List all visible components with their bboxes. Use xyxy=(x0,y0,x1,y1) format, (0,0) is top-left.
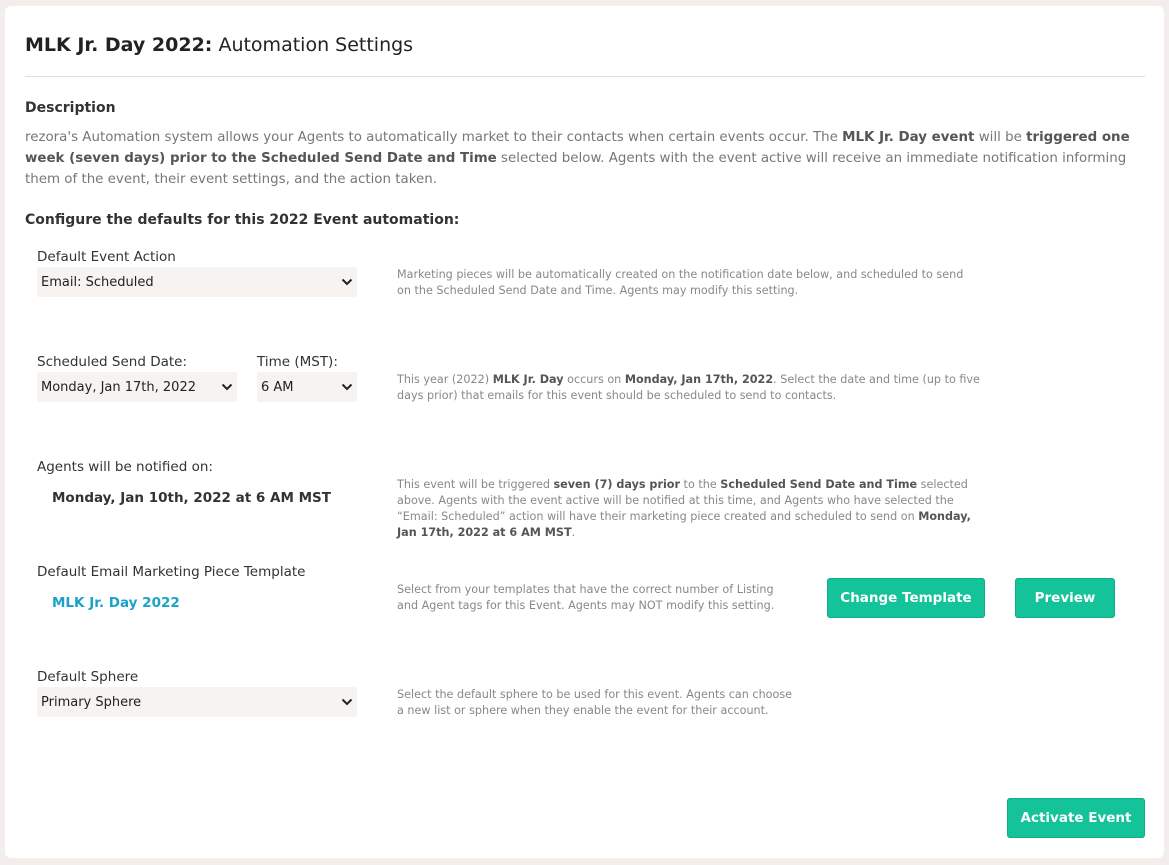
send-date-help: This year (2022) MLK Jr. Day occurs on M… xyxy=(397,373,980,402)
sphere-value: Primary Sphere xyxy=(41,694,142,710)
title-divider xyxy=(25,76,1145,77)
send-time-value: 6 AM xyxy=(261,379,294,395)
send-date-label: Scheduled Send Date: xyxy=(37,354,188,370)
template-label: Default Email Marketing Piece Template xyxy=(37,564,306,580)
sphere-select[interactable]: Primary Sphere xyxy=(37,687,357,717)
description-heading: Description xyxy=(25,100,116,116)
send-time-select[interactable]: 6 AM xyxy=(257,372,357,402)
page-title: MLK Jr. Day 2022: Automation Settings xyxy=(25,34,414,56)
notify-help: This event will be triggered seven (7) d… xyxy=(397,478,971,539)
configure-heading: Configure the defaults for this 2022 Eve… xyxy=(25,212,460,228)
chevron-down-icon xyxy=(341,698,353,706)
default-action-help: Marketing pieces will be automatically c… xyxy=(397,268,964,297)
change-template-button[interactable]: Change Template xyxy=(827,578,985,618)
preview-button[interactable]: Preview xyxy=(1015,578,1115,618)
template-name-link[interactable]: MLK Jr. Day 2022 xyxy=(52,595,180,611)
send-time-label: Time (MST): xyxy=(257,354,338,370)
template-help: Select from your templates that have the… xyxy=(397,583,775,612)
default-action-value: Email: Scheduled xyxy=(41,274,154,290)
settings-card: MLK Jr. Day 2022: Automation Settings De… xyxy=(5,6,1164,858)
notify-label: Agents will be notified on: xyxy=(37,459,213,475)
notify-date-value: Monday, Jan 10th, 2022 at 6 AM MST xyxy=(52,490,331,506)
description-text: rezora's Automation system allows your A… xyxy=(25,130,1130,187)
chevron-down-icon xyxy=(221,383,233,391)
chevron-down-icon xyxy=(341,278,353,286)
send-date-value: Monday, Jan 17th, 2022 xyxy=(41,379,196,395)
activate-event-button[interactable]: Activate Event xyxy=(1007,798,1145,838)
sphere-label: Default Sphere xyxy=(37,669,139,685)
send-date-select[interactable]: Monday, Jan 17th, 2022 xyxy=(37,372,237,402)
chevron-down-icon xyxy=(341,383,353,391)
default-action-select[interactable]: Email: Scheduled xyxy=(37,267,357,297)
sphere-help: Select the default sphere to be used for… xyxy=(397,688,793,717)
default-action-label: Default Event Action xyxy=(37,249,176,265)
